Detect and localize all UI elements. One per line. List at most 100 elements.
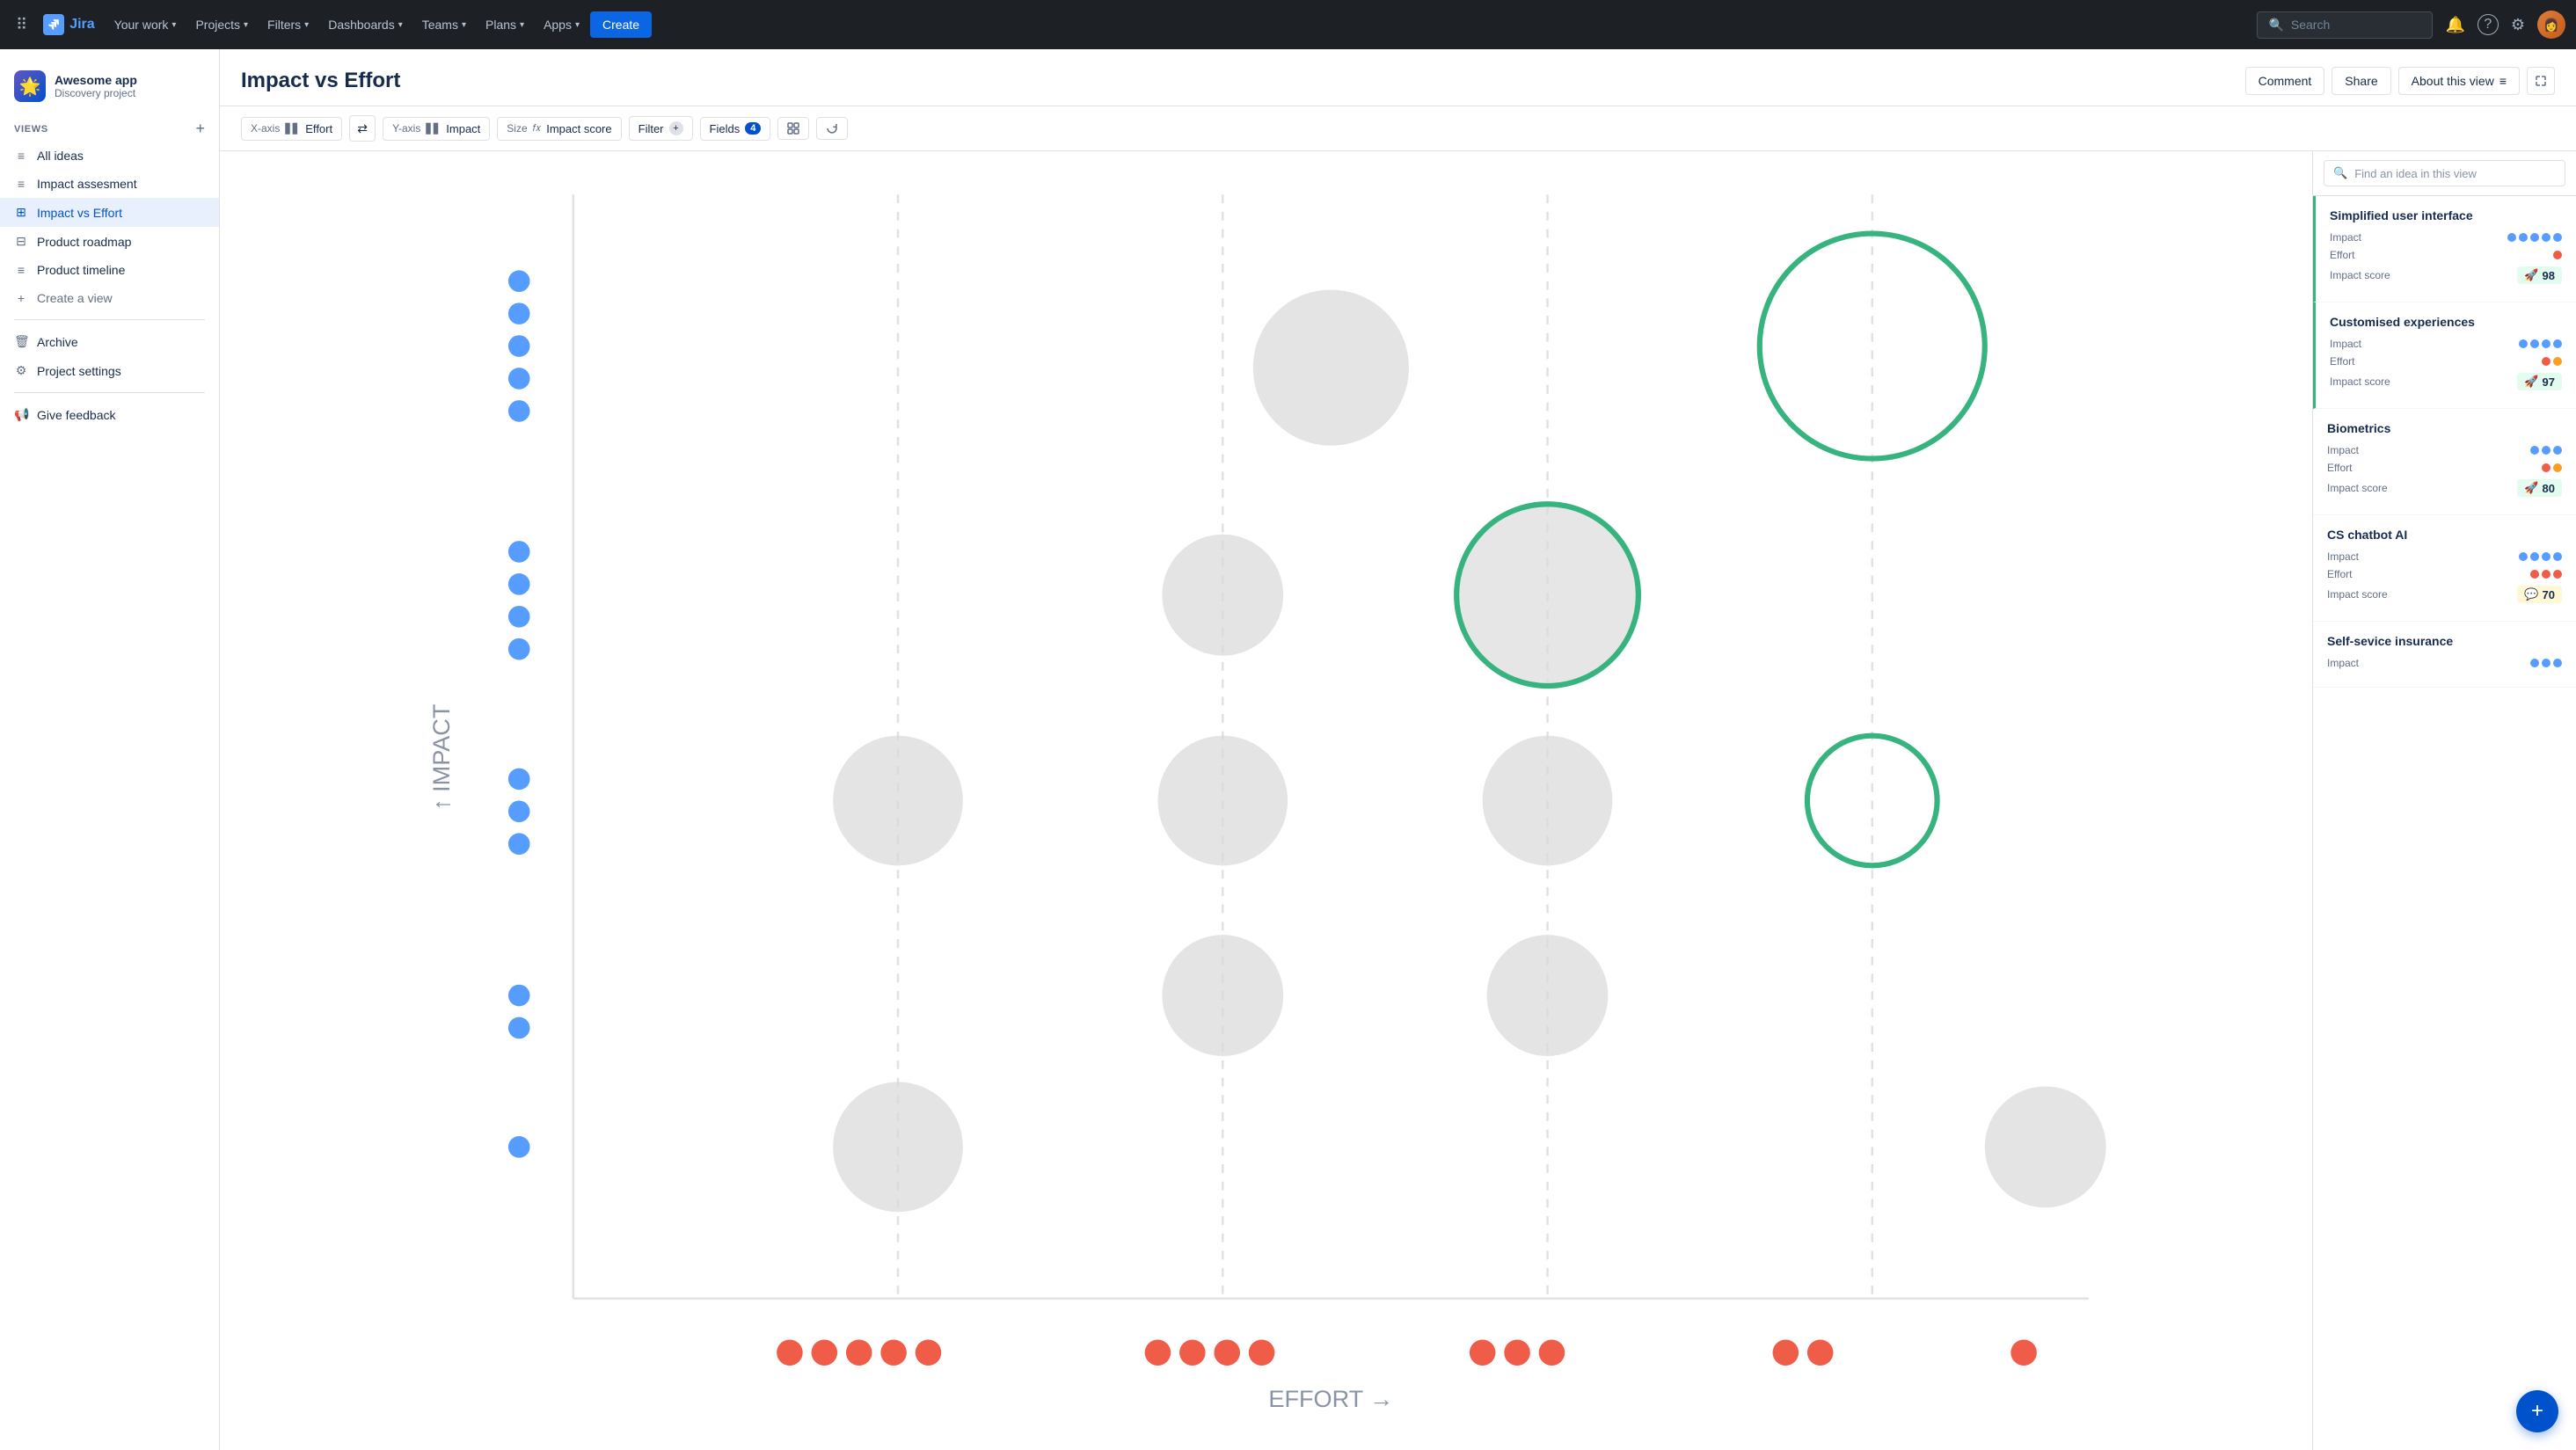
- sidebar-item-label: All ideas: [37, 149, 84, 163]
- sidebar-item-archive[interactable]: 🗑 Archive: [0, 327, 219, 356]
- avatar[interactable]: 👩: [2537, 11, 2565, 39]
- page-title: Impact vs Effort: [241, 69, 400, 93]
- x-axis-button[interactable]: X-axis ▋▋ Effort: [241, 117, 342, 141]
- effort-dots: [2553, 251, 2562, 259]
- impact-dots: [2530, 659, 2562, 667]
- impact-label: Impact: [2327, 657, 2359, 669]
- nav-plans[interactable]: Plans ▾: [477, 12, 533, 37]
- sidebar-item-product-roadmap[interactable]: ⊟ Product roadmap: [0, 227, 219, 256]
- panel-item-score-row: Impact score 💬 70: [2327, 586, 2562, 603]
- group-icon: [787, 122, 799, 135]
- nav-filters[interactable]: Filters ▾: [259, 12, 317, 37]
- dot: [2553, 233, 2562, 242]
- sidebar-item-label: Product timeline: [37, 263, 125, 277]
- impact-label: Impact: [2327, 550, 2359, 563]
- sidebar-item-create-view[interactable]: + Create a view: [0, 284, 219, 312]
- panel-item[interactable]: Biometrics Impact Effort: [2313, 409, 2576, 515]
- comment-button[interactable]: Comment: [2245, 67, 2325, 95]
- dot: [2507, 233, 2516, 242]
- panel-item-title: Biometrics: [2327, 421, 2562, 435]
- size-button[interactable]: Size 𝑓𝑥 Impact score: [497, 117, 621, 141]
- dot: [2542, 446, 2550, 455]
- dot: [2553, 463, 2562, 472]
- dot: [2553, 570, 2562, 579]
- about-this-view-button[interactable]: About this view ≡: [2398, 67, 2520, 95]
- fields-button[interactable]: Fields 4: [700, 117, 771, 141]
- jira-logo[interactable]: Jira: [36, 14, 101, 35]
- sidebar-divider: [14, 319, 205, 320]
- swap-axes-button[interactable]: ⇄: [349, 115, 376, 142]
- effort-dots: [2530, 570, 2562, 579]
- add-view-icon[interactable]: +: [195, 120, 205, 138]
- dot: [2542, 552, 2550, 561]
- views-label: VIEWS: [14, 124, 48, 135]
- panel-item-title: Self-sevice insurance: [2327, 634, 2562, 648]
- chevron-down-icon: ▾: [462, 20, 466, 30]
- impact-dots: [2507, 233, 2562, 242]
- jira-logo-icon: [43, 14, 64, 35]
- effort-label: Effort: [2330, 355, 2354, 368]
- help-icon[interactable]: ?: [2477, 14, 2499, 35]
- filter-button[interactable]: Filter +: [629, 116, 693, 141]
- sidebar-item-label: Create a view: [37, 291, 113, 305]
- sidebar-item-impact-assessment[interactable]: ≡ Impact assesment: [0, 170, 219, 198]
- panel-search-input[interactable]: 🔍: [2324, 160, 2565, 186]
- nav-your-work[interactable]: Your work ▾: [106, 12, 186, 37]
- sidebar: 🌟 Awesome app Discovery project VIEWS + …: [0, 49, 220, 1450]
- project-header[interactable]: 🌟 Awesome app Discovery project: [0, 63, 219, 116]
- dot: [2553, 659, 2562, 667]
- search-icon: 🔍: [2333, 166, 2347, 180]
- jira-logo-text: Jira: [69, 17, 94, 33]
- sidebar-item-impact-vs-effort[interactable]: ⊞ Impact vs Effort: [0, 198, 219, 227]
- dot: [2542, 233, 2550, 242]
- feedback-icon: 📢: [14, 407, 28, 422]
- settings-icon[interactable]: ⚙: [2506, 11, 2530, 40]
- panel-items-list: Simplified user interface Impact: [2313, 196, 2576, 1450]
- panel-item[interactable]: Self-sevice insurance Impact: [2313, 622, 2576, 688]
- sidebar-item-label: Give feedback: [37, 408, 116, 422]
- search-input[interactable]: [2291, 18, 2422, 32]
- sidebar-item-give-feedback[interactable]: 📢 Give feedback: [0, 400, 219, 429]
- effort-dots: [2542, 357, 2562, 366]
- sidebar-item-product-timeline[interactable]: ≡ Product timeline: [0, 256, 219, 284]
- grid-icon[interactable]: ⠿: [11, 11, 33, 40]
- fab-add-button[interactable]: +: [2516, 1390, 2558, 1432]
- y-axis-button[interactable]: Y-axis ▋▋ Impact: [383, 117, 490, 141]
- create-button[interactable]: Create: [590, 11, 652, 38]
- share-button[interactable]: Share: [2332, 67, 2390, 95]
- group-button[interactable]: [777, 117, 809, 140]
- impact-score-badge: 💬 70: [2517, 586, 2562, 603]
- panel-item-effort-row: Effort: [2330, 355, 2562, 368]
- panel-item[interactable]: CS chatbot AI Impact Effort: [2313, 515, 2576, 622]
- content-header: Impact vs Effort Comment Share About thi…: [220, 49, 2576, 106]
- panel-search-field[interactable]: [2354, 167, 2556, 180]
- impact-dots: [2530, 446, 2562, 455]
- gear-icon: ⚙: [14, 363, 28, 378]
- panel-item[interactable]: Simplified user interface Impact: [2313, 196, 2576, 302]
- refresh-button[interactable]: [816, 117, 848, 140]
- expand-button[interactable]: [2527, 67, 2555, 95]
- search-bar[interactable]: 🔍: [2257, 11, 2433, 39]
- notifications-icon[interactable]: 🔔: [2440, 11, 2470, 40]
- nav-right: 🔍 🔔 ? ⚙ 👩: [2257, 11, 2565, 40]
- impact-dots: [2519, 552, 2562, 561]
- dot: [2542, 659, 2550, 667]
- nav-teams[interactable]: Teams ▾: [413, 12, 475, 37]
- score-icon: 🚀: [2524, 375, 2538, 389]
- dot: [2542, 570, 2550, 579]
- sidebar-item-label: Impact assesment: [37, 177, 137, 191]
- panel-item[interactable]: Customised experiences Impact Effor: [2313, 302, 2576, 409]
- nav-dashboards[interactable]: Dashboards ▾: [319, 12, 412, 37]
- sidebar-item-project-settings[interactable]: ⚙ Project settings: [0, 356, 219, 385]
- matrix-icon: ⊞: [14, 205, 28, 220]
- scatter-plot-area[interactable]: ↑ IMPACT EFFORT →: [220, 151, 2312, 1450]
- chevron-down-icon: ▾: [575, 20, 580, 30]
- nav-projects[interactable]: Projects ▾: [186, 12, 257, 37]
- panel-item-score-row: Impact score 🚀 98: [2330, 266, 2562, 284]
- nav-apps[interactable]: Apps ▾: [535, 12, 588, 37]
- sidebar-item-all-ideas[interactable]: ≡ All ideas: [0, 142, 219, 170]
- score-value: 70: [2543, 588, 2555, 601]
- dot: [2530, 570, 2539, 579]
- score-label: Impact score: [2327, 588, 2388, 601]
- dot: [2519, 233, 2528, 242]
